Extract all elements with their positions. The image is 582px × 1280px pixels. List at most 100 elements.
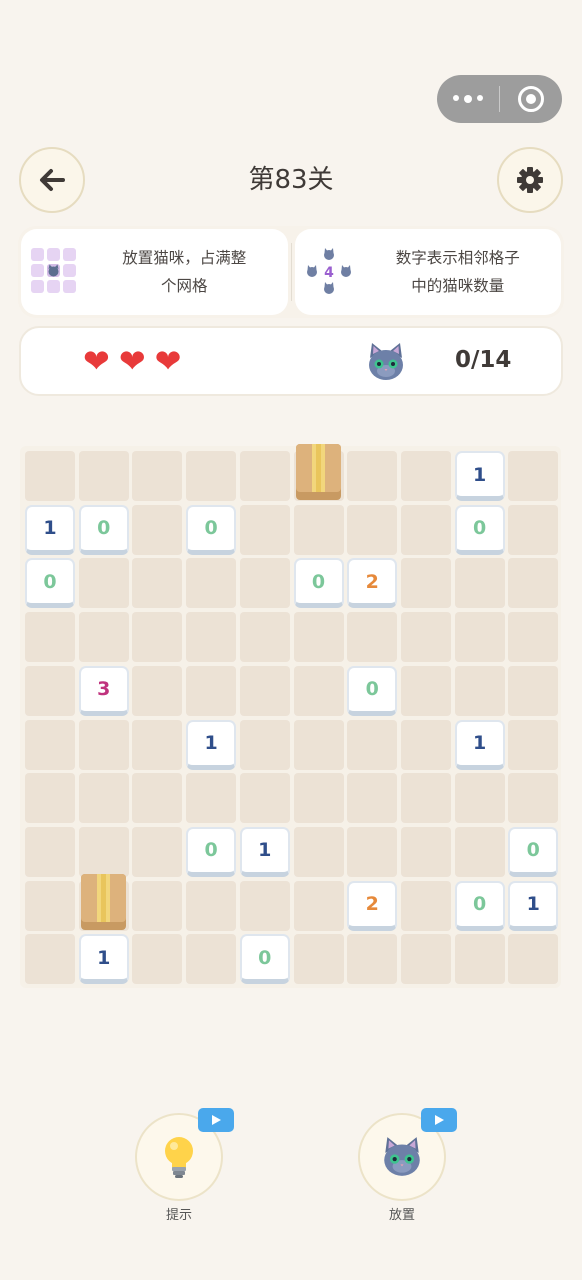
heart-icon: ❤ xyxy=(118,342,146,380)
empty-cell[interactable] xyxy=(400,665,451,716)
empty-cell[interactable] xyxy=(347,719,398,770)
empty-cell[interactable] xyxy=(186,880,237,931)
empty-cell[interactable] xyxy=(25,880,75,931)
empty-cell[interactable] xyxy=(239,665,290,716)
empty-cell[interactable] xyxy=(293,612,344,663)
empty-cell[interactable] xyxy=(400,773,451,824)
empty-cell[interactable] xyxy=(293,504,344,555)
empty-cell[interactable] xyxy=(508,451,559,501)
empty-cell[interactable] xyxy=(508,665,559,716)
number-tile: 0 xyxy=(508,826,559,877)
empty-cell[interactable] xyxy=(347,612,398,663)
empty-cell[interactable] xyxy=(293,934,344,985)
lives: ❤ ❤ ❤ xyxy=(83,344,181,378)
close-miniapp-icon[interactable] xyxy=(500,86,562,112)
empty-cell[interactable] xyxy=(186,934,237,985)
empty-cell[interactable] xyxy=(132,826,183,877)
status-bar: ❤ ❤ ❤ 0/14 xyxy=(19,326,563,396)
hint-label: 提示 xyxy=(165,1208,192,1223)
empty-cell[interactable] xyxy=(508,504,559,555)
empty-cell[interactable] xyxy=(239,880,290,931)
empty-cell[interactable] xyxy=(78,773,129,824)
empty-cell[interactable] xyxy=(186,665,237,716)
empty-cell[interactable] xyxy=(132,504,183,555)
empty-cell[interactable] xyxy=(186,612,237,663)
number-tile: 0 xyxy=(78,504,129,555)
number-tile: 1 xyxy=(454,719,505,770)
rules-divider xyxy=(290,243,292,301)
empty-cell[interactable] xyxy=(78,826,129,877)
empty-cell[interactable] xyxy=(347,826,398,877)
empty-cell[interactable] xyxy=(25,773,75,824)
empty-cell[interactable] xyxy=(454,934,505,985)
empty-cell[interactable] xyxy=(78,451,129,501)
empty-cell[interactable] xyxy=(347,504,398,555)
empty-cell[interactable] xyxy=(454,665,505,716)
empty-cell[interactable] xyxy=(132,934,183,985)
empty-cell[interactable] xyxy=(78,719,129,770)
empty-cell[interactable] xyxy=(132,665,183,716)
empty-cell[interactable] xyxy=(293,826,344,877)
number-tile: 0 xyxy=(186,504,237,555)
empty-cell[interactable] xyxy=(293,665,344,716)
empty-cell[interactable] xyxy=(454,773,505,824)
empty-cell[interactable] xyxy=(25,934,75,985)
empty-cell[interactable] xyxy=(508,934,559,985)
empty-cell[interactable] xyxy=(293,719,344,770)
empty-cell[interactable] xyxy=(132,558,183,609)
more-menu-icon[interactable] xyxy=(437,95,499,103)
cat-face-icon xyxy=(364,340,408,388)
empty-cell[interactable] xyxy=(508,558,559,609)
empty-cell[interactable] xyxy=(293,773,344,824)
empty-cell[interactable] xyxy=(508,719,559,770)
empty-cell[interactable] xyxy=(78,612,129,663)
empty-cell[interactable] xyxy=(454,826,505,877)
empty-cell[interactable] xyxy=(132,880,183,931)
empty-cell[interactable] xyxy=(454,612,505,663)
empty-cell[interactable] xyxy=(400,451,451,501)
rule-icon-number: 4 xyxy=(324,265,334,281)
empty-cell[interactable] xyxy=(239,719,290,770)
number-tile: 1 xyxy=(78,934,129,985)
empty-cell[interactable] xyxy=(293,880,344,931)
adjacent-cats-icon: 4 xyxy=(303,246,355,298)
empty-cell[interactable] xyxy=(347,451,398,501)
empty-cell[interactable] xyxy=(400,612,451,663)
empty-cell[interactable] xyxy=(132,719,183,770)
rule-text-line: 数字表示相邻格子 xyxy=(395,249,520,267)
empty-cell[interactable] xyxy=(132,773,183,824)
empty-cell[interactable] xyxy=(400,504,451,555)
empty-cell[interactable] xyxy=(25,612,75,663)
empty-cell[interactable] xyxy=(347,934,398,985)
rules-panel: 放置猫咪，占满整 个网格 4 数字表示相邻格子 中的猫咪数量 xyxy=(18,226,564,318)
empty-cell[interactable] xyxy=(239,504,290,555)
empty-cell[interactable] xyxy=(186,558,237,609)
rule-card-fill-grid: 放置猫咪，占满整 个网格 xyxy=(21,229,288,315)
empty-cell[interactable] xyxy=(400,934,451,985)
empty-cell[interactable] xyxy=(239,612,290,663)
empty-cell[interactable] xyxy=(186,451,237,501)
cat-face-icon xyxy=(384,1137,420,1176)
empty-cell[interactable] xyxy=(132,612,183,663)
empty-cell[interactable] xyxy=(132,451,183,501)
empty-cell[interactable] xyxy=(239,773,290,824)
empty-cell[interactable] xyxy=(239,558,290,609)
video-ad-icon xyxy=(198,1108,234,1132)
empty-cell[interactable] xyxy=(347,773,398,824)
empty-cell[interactable] xyxy=(400,880,451,931)
empty-cell[interactable] xyxy=(400,719,451,770)
empty-cell[interactable] xyxy=(25,451,75,501)
empty-cell[interactable] xyxy=(25,826,75,877)
empty-cell[interactable] xyxy=(186,773,237,824)
empty-cell[interactable] xyxy=(508,773,559,824)
empty-cell[interactable] xyxy=(25,719,75,770)
empty-cell[interactable] xyxy=(25,665,75,716)
empty-cell[interactable] xyxy=(78,558,129,609)
settings-button[interactable] xyxy=(497,147,563,213)
empty-cell[interactable] xyxy=(400,558,451,609)
empty-cell[interactable] xyxy=(508,612,559,663)
empty-cell[interactable] xyxy=(239,451,290,501)
empty-cell[interactable] xyxy=(454,558,505,609)
empty-cell[interactable] xyxy=(400,826,451,877)
number-tile: 1 xyxy=(508,880,559,931)
